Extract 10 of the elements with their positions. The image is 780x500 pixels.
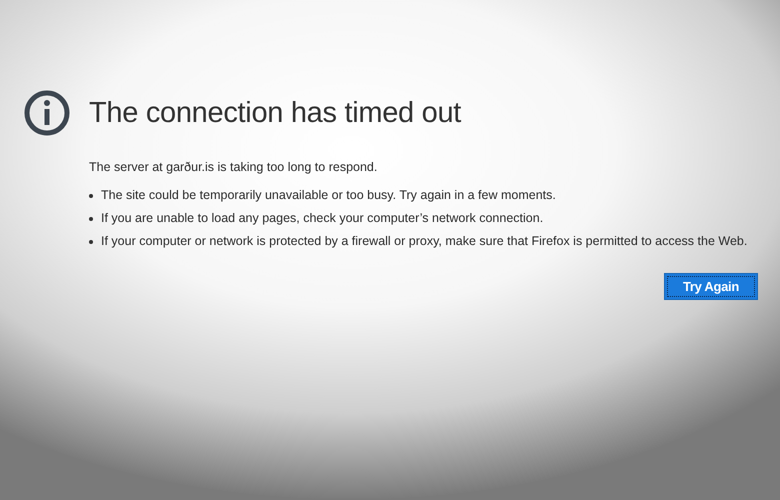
error-title: The connection has timed out (89, 96, 462, 130)
info-icon (24, 90, 70, 136)
error-message: The server at garður.is is taking too long to respond. (89, 160, 378, 174)
suggestion-text: If your computer or network is protected by a firewall or proxy, make sure that Firefox is permitted to access the Web. (101, 234, 748, 249)
bullet-dot (89, 194, 93, 198)
bullet-dot (89, 240, 93, 244)
bullet-dot (89, 217, 93, 221)
try-again-button[interactable]: Try Again (664, 273, 758, 300)
suggestion-text: The site could be temporarily unavailable or too busy. Try again in a few moments. (101, 188, 556, 203)
suggestion-text: If you are unable to load any pages, check your computer’s network connection. (101, 211, 544, 226)
